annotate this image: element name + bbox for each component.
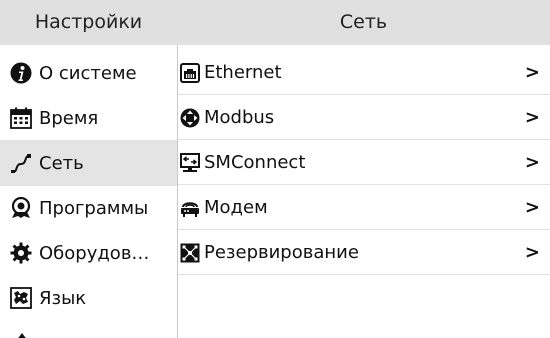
chevron-right-icon: >: [524, 62, 540, 83]
sidebar-item-label: Сеть: [39, 152, 84, 174]
sidebar-item-label: О системе: [39, 62, 137, 84]
sidebar-item-about[interactable]: О системе: [0, 50, 177, 96]
page-title: Сеть: [339, 11, 388, 33]
programs-icon: [11, 197, 31, 218]
chevron-right-icon: >: [524, 107, 540, 128]
ethernet-icon: [180, 62, 200, 83]
info-icon: [10, 62, 32, 84]
calendar-icon: [10, 107, 32, 129]
list-item-label: Модем: [204, 197, 268, 218]
list-item-label: Ethernet: [204, 62, 282, 83]
row-separator: [178, 274, 550, 275]
list-item-modem[interactable]: Модем >: [178, 185, 550, 230]
sidebar-item-label: Оборудов…: [39, 242, 150, 264]
top-header: Настройки Сеть: [0, 0, 550, 45]
sidebar-item-label: Язык: [39, 287, 87, 309]
map-icon: [10, 287, 32, 309]
list-item-smconnect[interactable]: SMConnect >: [178, 140, 550, 185]
gear-icon: [10, 242, 32, 264]
chevron-right-icon: >: [524, 152, 540, 173]
sidebar-item-language[interactable]: Язык: [0, 275, 177, 321]
list-item-label: Modbus: [204, 107, 275, 128]
settings-sidebar: О системе Время Сеть Программы Оборудов……: [0, 45, 177, 338]
list-item-ethernet[interactable]: Ethernet >: [178, 50, 550, 95]
settings-title: Настройки: [34, 11, 143, 33]
network-cable-icon: [11, 154, 31, 173]
list-item-redundancy[interactable]: Резервирование >: [178, 230, 550, 275]
chevron-right-icon: >: [524, 242, 540, 263]
list-item-label: SMConnect: [204, 152, 306, 173]
sidebar-item-hardware[interactable]: Оборудов…: [0, 230, 177, 276]
smconnect-icon: [180, 152, 200, 172]
next-item-icon: [18, 333, 26, 338]
modbus-icon: [180, 108, 200, 127]
list-item-label: Резервирование: [204, 242, 359, 263]
modem-icon: [181, 201, 199, 217]
list-item-modbus[interactable]: Modbus >: [178, 95, 550, 140]
sidebar-item-network[interactable]: Сеть: [0, 140, 177, 186]
sidebar-item-label: Время: [39, 107, 99, 129]
redundancy-icon: [180, 243, 200, 262]
sidebar-item-label: Программы: [39, 197, 149, 219]
chevron-right-icon: >: [524, 197, 540, 218]
sidebar-item-programs[interactable]: Программы: [0, 185, 177, 231]
sidebar-item-time[interactable]: Время: [0, 95, 177, 141]
